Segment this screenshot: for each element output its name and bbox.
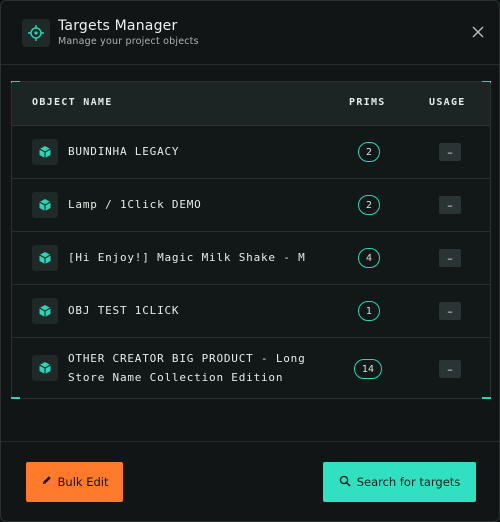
cube-icon bbox=[32, 355, 58, 381]
column-header-object-name: OBJECT NAME bbox=[32, 97, 113, 108]
table-row[interactable]: [Hi Enjoy!] Magic Milk Shake - M 4 – bbox=[12, 232, 490, 285]
cube-icon bbox=[32, 139, 58, 165]
object-name: BUNDINHA LEGACY bbox=[68, 145, 180, 158]
table-header: OBJECT NAME PRIMS USAGE bbox=[12, 82, 490, 126]
search-icon bbox=[339, 475, 351, 490]
table-row[interactable]: Lamp / 1Click DEMO 2 – bbox=[12, 179, 490, 232]
prims-badge: 4 bbox=[358, 248, 380, 268]
object-name: OTHER CREATOR BIG PRODUCT - Long Store N… bbox=[68, 352, 306, 384]
usage-button[interactable]: – bbox=[439, 143, 461, 161]
pencil-icon bbox=[41, 475, 52, 489]
prims-badge: 14 bbox=[354, 359, 382, 379]
object-name: OBJ TEST 1CLICK bbox=[68, 304, 180, 317]
dialog-footer: Bulk Edit Search for targets bbox=[1, 441, 499, 521]
object-name: Lamp / 1Click DEMO bbox=[68, 198, 202, 211]
cube-icon bbox=[32, 298, 58, 324]
column-header-usage: USAGE bbox=[429, 97, 466, 108]
target-icon bbox=[22, 19, 50, 47]
bulk-edit-label: Bulk Edit bbox=[57, 475, 109, 489]
usage-button[interactable]: – bbox=[439, 249, 461, 267]
dialog-subtitle: Manage your project objects bbox=[58, 36, 199, 47]
usage-button[interactable]: – bbox=[439, 196, 461, 214]
object-name: [Hi Enjoy!] Magic Milk Shake - M bbox=[68, 251, 306, 264]
bulk-edit-button[interactable]: Bulk Edit bbox=[26, 462, 123, 502]
cube-icon bbox=[32, 245, 58, 271]
search-targets-button[interactable]: Search for targets bbox=[323, 462, 476, 502]
column-header-prims: PRIMS bbox=[349, 97, 386, 108]
cube-icon bbox=[32, 192, 58, 218]
dialog-header: Targets Manager Manage your project obje… bbox=[1, 1, 499, 65]
targets-table: OBJECT NAME PRIMS USAGE BUNDINHA LEGACY … bbox=[11, 81, 491, 399]
usage-button[interactable]: – bbox=[439, 302, 461, 320]
prims-badge: 2 bbox=[358, 195, 380, 215]
prims-badge: 1 bbox=[358, 301, 380, 321]
table-row[interactable]: OTHER CREATOR BIG PRODUCT - Long Store N… bbox=[12, 338, 490, 399]
table-row[interactable]: OBJ TEST 1CLICK 1 – bbox=[12, 285, 490, 338]
dialog-title: Targets Manager bbox=[58, 18, 178, 34]
table-row[interactable]: BUNDINHA LEGACY 2 – bbox=[12, 126, 490, 179]
prims-badge: 2 bbox=[358, 142, 380, 162]
usage-button[interactable]: – bbox=[439, 360, 461, 378]
close-icon[interactable] bbox=[469, 23, 487, 41]
search-targets-label: Search for targets bbox=[356, 475, 461, 489]
targets-manager-dialog: Targets Manager Manage your project obje… bbox=[0, 0, 500, 522]
